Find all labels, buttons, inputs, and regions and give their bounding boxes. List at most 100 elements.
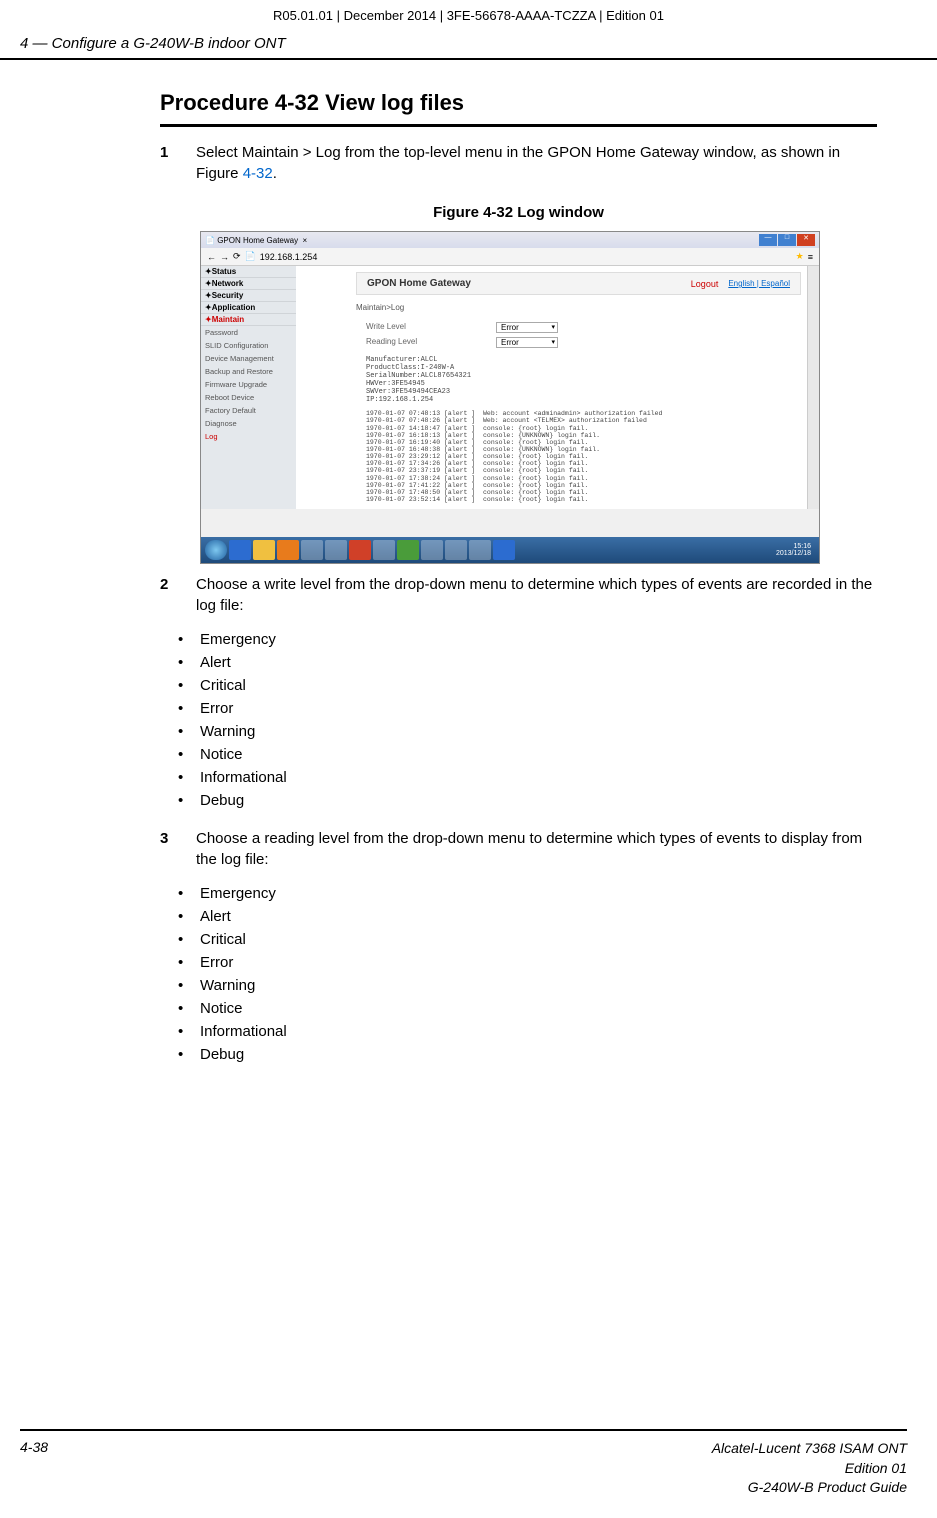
list-item: Warning (200, 974, 877, 997)
reading-level-select[interactable]: Error (496, 337, 558, 348)
taskbar-icon[interactable] (373, 540, 395, 560)
taskbar-icon[interactable] (397, 540, 419, 560)
write-level-label: Write Level (366, 322, 496, 333)
forward-icon[interactable]: → (220, 252, 229, 262)
breadcrumb: Maintain>Log (296, 299, 807, 320)
step-2: 2 Choose a write level from the drop-dow… (160, 574, 877, 616)
list-item: Alert (200, 651, 877, 674)
list-item: Debug (200, 1043, 877, 1066)
reading-level-field: Reading Level Error (296, 335, 807, 350)
firefox-icon[interactable] (277, 540, 299, 560)
menu-icon[interactable]: ≡ (808, 252, 813, 262)
step-1-text-a: Select Maintain > Log from the top-level… (196, 144, 840, 182)
list-item: Critical (200, 674, 877, 697)
page-icon: 📄 (245, 251, 256, 262)
step-1: 1 Select Maintain > Log from the top-lev… (160, 142, 877, 184)
content: Procedure 4-32 View log files 1 Select M… (0, 60, 937, 1066)
footer-right: Alcatel-Lucent 7368 ISAM ONT Edition 01 … (712, 1439, 907, 1498)
step-number: 1 (160, 142, 196, 184)
sidebar-item-application[interactable]: ✦Application (201, 302, 296, 314)
step-3: 3 Choose a reading level from the drop-d… (160, 828, 877, 870)
ie-icon[interactable] (229, 540, 251, 560)
sidebar-item-network[interactable]: ✦Network (201, 278, 296, 290)
language-links[interactable]: English | Español (728, 279, 790, 288)
window-controls: — □ ✕ (759, 234, 815, 246)
document-header: R05.01.01 | December 2014 | 3FE-56678-AA… (0, 0, 937, 35)
url-text[interactable]: 192.168.1.254 (260, 252, 318, 262)
step-1-text-b: . (273, 165, 277, 182)
browser-tab-title: 📄 GPON Home Gateway × (205, 236, 307, 245)
step-number: 2 (160, 574, 196, 616)
step-text: Select Maintain > Log from the top-level… (196, 142, 877, 184)
read-levels-list: Emergency Alert Critical Error Warning N… (160, 882, 877, 1066)
close-button[interactable]: ✕ (797, 234, 815, 246)
main-panel: GPON Home Gateway Logout English | Españ… (296, 266, 807, 509)
sidebar-item-security[interactable]: ✦Security (201, 290, 296, 302)
taskbar-icon[interactable] (301, 540, 323, 560)
write-levels-list: Emergency Alert Critical Error Warning N… (160, 628, 877, 812)
list-item: Error (200, 697, 877, 720)
figure-caption: Figure 4-32 Log window (160, 204, 877, 221)
footer-line: Alcatel-Lucent 7368 ISAM ONT (712, 1439, 907, 1459)
logout-link[interactable]: Logout (691, 279, 719, 289)
footer-line: Edition 01 (712, 1459, 907, 1479)
figure-link[interactable]: 4-32 (243, 165, 273, 182)
write-level-field: Write Level Error (296, 320, 807, 335)
minimize-button[interactable]: — (759, 234, 777, 246)
procedure-title: Procedure 4-32 View log files (160, 90, 877, 127)
sidebar-item-maintain[interactable]: ✦Maintain (201, 314, 296, 326)
start-icon[interactable] (205, 540, 227, 560)
list-item: Notice (200, 743, 877, 766)
reading-level-label: Reading Level (366, 337, 496, 348)
list-item: Warning (200, 720, 877, 743)
sidebar-sub-diagnose[interactable]: Diagnose (201, 417, 296, 430)
browser-titlebar: 📄 GPON Home Gateway × — □ ✕ (201, 232, 819, 248)
page-number: 4-38 (20, 1439, 48, 1498)
taskbar-icon[interactable] (469, 540, 491, 560)
list-item: Critical (200, 928, 877, 951)
footer-line: G-240W-B Product Guide (712, 1478, 907, 1498)
write-level-select[interactable]: Error (496, 322, 558, 333)
page-footer: 4-38 Alcatel-Lucent 7368 ISAM ONT Editio… (20, 1429, 907, 1498)
explorer-icon[interactable] (253, 540, 275, 560)
maximize-button[interactable]: □ (778, 234, 796, 246)
app-topbar: GPON Home Gateway Logout English | Españ… (356, 272, 801, 295)
sidebar-sub-log[interactable]: Log (201, 430, 296, 443)
list-item: Emergency (200, 882, 877, 905)
reload-icon[interactable]: ⟳ (233, 251, 241, 262)
chrome-icon[interactable] (349, 540, 371, 560)
list-item: Emergency (200, 628, 877, 651)
sidebar-item-status[interactable]: ✦Status (201, 266, 296, 278)
list-item: Error (200, 951, 877, 974)
taskbar-icon[interactable] (325, 540, 347, 560)
back-icon[interactable]: ← (207, 252, 216, 262)
sidebar-sub-firmware[interactable]: Firmware Upgrade (201, 378, 296, 391)
log-entries: 1970-01-07 07:48:13 [alert ] Web: accoun… (296, 410, 807, 509)
sidebar-sub-device-mgmt[interactable]: Device Management (201, 352, 296, 365)
bookmark-icon[interactable]: ★ (796, 251, 804, 262)
scrollbar[interactable] (807, 266, 819, 509)
device-info: Manufacturer:ALCL ProductClass:I-240W-A … (296, 350, 807, 410)
brand-title: GPON Home Gateway (367, 278, 471, 289)
page-header: 4 — Configure a G-240W-B indoor ONT (0, 35, 937, 60)
step-text: Choose a reading level from the drop-dow… (196, 828, 877, 870)
word-icon[interactable] (493, 540, 515, 560)
sidebar-sub-reboot[interactable]: Reboot Device (201, 391, 296, 404)
sidebar-sub-backup[interactable]: Backup and Restore (201, 365, 296, 378)
taskbar-icon[interactable] (421, 540, 443, 560)
sidebar-sub-factory[interactable]: Factory Default (201, 404, 296, 417)
screenshot-log-window: 📄 GPON Home Gateway × — □ ✕ ← → ⟳ 📄 192.… (200, 231, 820, 564)
sidebar: ✦Status ✦Network ✦Security ✦Application … (201, 266, 296, 509)
list-item: Notice (200, 997, 877, 1020)
taskbar-clock[interactable]: 15:16 2013/12/18 (776, 543, 815, 557)
list-item: Debug (200, 789, 877, 812)
sidebar-sub-password[interactable]: Password (201, 326, 296, 339)
list-item: Informational (200, 766, 877, 789)
taskbar: 15:16 2013/12/18 (201, 537, 819, 563)
step-text: Choose a write level from the drop-down … (196, 574, 877, 616)
sidebar-sub-slid[interactable]: SLID Configuration (201, 339, 296, 352)
list-item: Informational (200, 1020, 877, 1043)
taskbar-icon[interactable] (445, 540, 467, 560)
step-number: 3 (160, 828, 196, 870)
address-bar: ← → ⟳ 📄 192.168.1.254 ★ ≡ (201, 248, 819, 266)
